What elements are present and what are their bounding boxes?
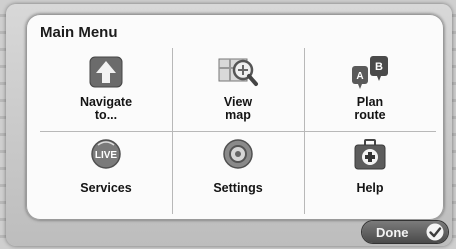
plan-route-button[interactable]: A B Plan route: [304, 48, 436, 131]
svg-text:A: A: [356, 71, 363, 82]
view-map-label: View map: [223, 95, 253, 122]
menu-grid: Navigate to... View map A B Plan route L…: [40, 48, 436, 214]
device-frame: Main Menu Navigate to... View map A B Pl…: [6, 4, 452, 246]
svg-text:B: B: [375, 61, 383, 73]
settings-gear-icon: [223, 139, 253, 169]
settings-button[interactable]: Settings: [172, 132, 304, 215]
checkmark-icon: [426, 223, 444, 241]
done-button[interactable]: Done: [362, 221, 448, 243]
done-label: Done: [376, 225, 409, 240]
help-label: Help: [356, 181, 384, 195]
services-button[interactable]: LIVE Services: [40, 132, 172, 215]
map-magnifier-icon: [218, 58, 258, 86]
svg-text:LIVE: LIVE: [95, 150, 118, 161]
navigate-to-label: Navigate to...: [79, 95, 133, 122]
services-label: Services: [80, 181, 132, 195]
navigate-to-button[interactable]: Navigate to...: [40, 48, 172, 131]
main-menu-panel: Main Menu Navigate to... View map A B Pl…: [26, 14, 444, 220]
view-map-button[interactable]: View map: [172, 48, 304, 131]
first-aid-kit-icon: [354, 139, 386, 170]
plan-route-label: Plan route: [354, 95, 386, 122]
page-title: Main Menu: [40, 24, 118, 41]
live-services-icon: LIVE: [91, 139, 121, 169]
help-button[interactable]: Help: [304, 132, 436, 215]
navigate-arrow-icon: [89, 56, 123, 88]
route-a-b-icon: A B: [352, 56, 388, 89]
settings-label: Settings: [213, 181, 263, 195]
